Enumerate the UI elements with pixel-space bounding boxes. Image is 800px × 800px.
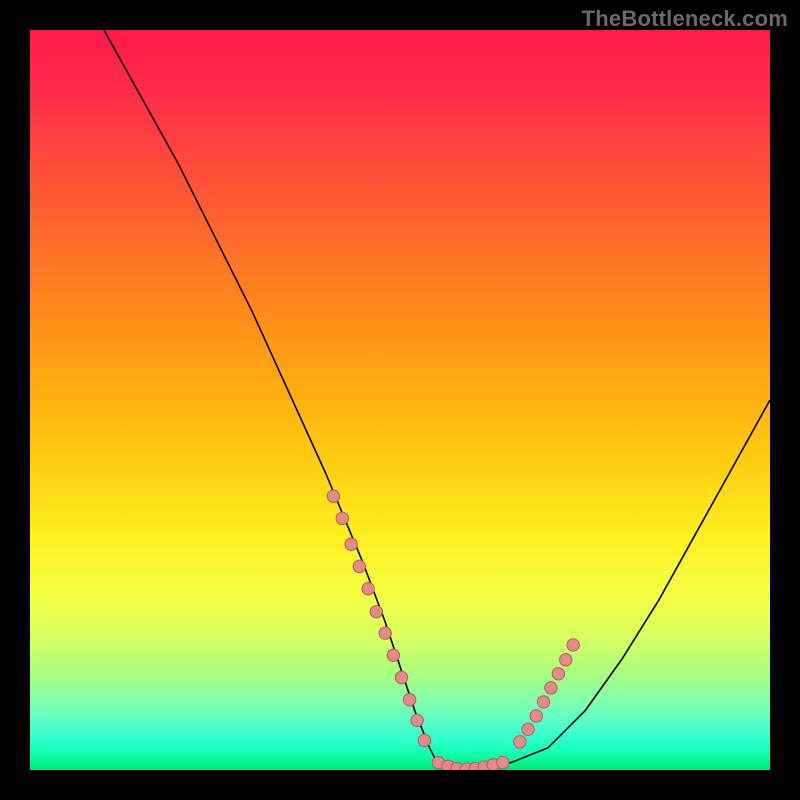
data-dot: [403, 694, 415, 706]
data-dot: [530, 710, 542, 722]
data-dot: [345, 538, 357, 550]
data-dot: [370, 605, 382, 617]
data-dot: [560, 654, 572, 666]
data-dot: [411, 714, 423, 726]
data-dot: [552, 668, 564, 680]
data-dot: [522, 723, 534, 735]
data-dot: [418, 734, 430, 746]
data-dot: [567, 639, 579, 651]
data-dot: [395, 671, 407, 683]
bottleneck-curve: [104, 30, 770, 770]
data-dot: [387, 649, 399, 661]
data-dots: [327, 490, 579, 770]
data-dot: [336, 512, 348, 524]
data-dot: [497, 756, 509, 768]
data-dot: [545, 682, 557, 694]
data-dot: [537, 696, 549, 708]
data-dot: [379, 627, 391, 639]
data-dot: [514, 736, 526, 748]
data-dot: [327, 490, 339, 502]
watermark-text: TheBottleneck.com: [582, 6, 788, 32]
data-dot: [362, 583, 374, 595]
data-dot: [353, 560, 365, 572]
